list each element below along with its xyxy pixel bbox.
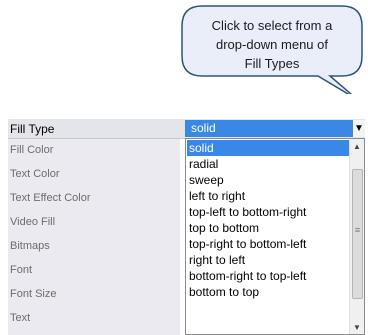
callout-bubble: Click to select from a drop-down menu of… xyxy=(180,4,364,94)
property-row-fill-type[interactable]: Fill Type solid ▼ xyxy=(8,119,365,139)
scrollbar-thumb[interactable]: ≡ xyxy=(352,169,363,299)
fill-type-value[interactable]: solid xyxy=(185,120,353,137)
property-name: Fill Color xyxy=(10,144,54,156)
dropdown-option-top-right-to-bottom-left[interactable]: top-right to bottom-left xyxy=(187,236,350,252)
dropdown-option-sweep[interactable]: sweep xyxy=(187,172,350,188)
dropdown-button[interactable]: ▼ xyxy=(353,120,365,137)
property-name: Fill Type xyxy=(10,122,55,136)
dropdown-option-right-to-left[interactable]: right to left xyxy=(187,252,350,268)
dropdown-option-bottom-right-to-top-left[interactable]: bottom-right to top-left xyxy=(187,268,350,284)
grip-icon: ≡ xyxy=(354,225,361,235)
dropdown-option-radial[interactable]: radial xyxy=(187,156,350,172)
dropdown-option-left-to-right[interactable]: left to right xyxy=(187,188,350,204)
caret-down-icon: ▼ xyxy=(354,123,364,134)
property-name: Video Fill xyxy=(10,216,56,228)
callout-text: Click to select from a drop-down menu of… xyxy=(211,18,333,71)
property-name: Font xyxy=(10,264,33,276)
dropdown-scrollbar[interactable]: ▲ ≡ ▼ xyxy=(349,139,364,334)
scroll-up-icon[interactable]: ▲ xyxy=(350,139,364,153)
scroll-down-icon[interactable]: ▼ xyxy=(350,320,364,334)
fill-type-dropdown-list[interactable]: solid radial sweep left to right top-lef… xyxy=(185,138,365,335)
dropdown-option-bottom-to-top[interactable]: bottom to top xyxy=(187,284,350,300)
dropdown-option-solid[interactable]: solid xyxy=(187,140,350,156)
property-name: Text Effect Color xyxy=(10,192,91,204)
property-name: Bitmaps xyxy=(10,240,50,252)
property-name: Text xyxy=(10,312,31,324)
property-name: Text Color xyxy=(10,168,60,180)
dropdown-option-top-to-bottom[interactable]: top to bottom xyxy=(187,220,350,236)
property-name: Font Size xyxy=(10,288,57,300)
property-grid: Fill Type solid ▼ Fill Color Text Color … xyxy=(8,119,365,335)
dropdown-option-top-left-to-bottom-right[interactable]: top-left to bottom-right xyxy=(187,204,350,220)
